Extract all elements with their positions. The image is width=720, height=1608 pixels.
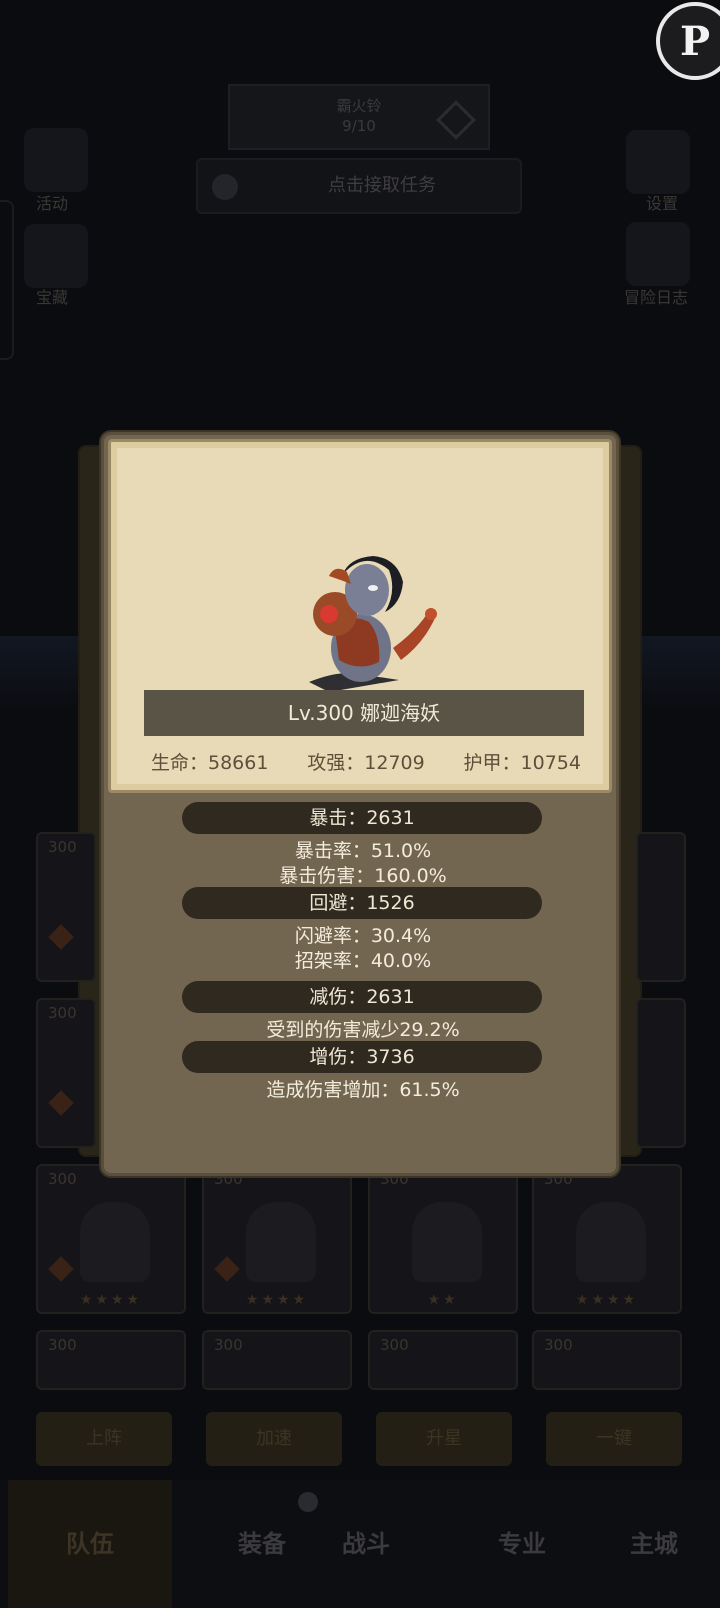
- gem-icon: [214, 1256, 240, 1282]
- settings-gear-icon[interactable]: [626, 130, 690, 194]
- deploy-button[interactable]: 上阵: [36, 1412, 172, 1466]
- crit-rate-text: 暴击率：51.0%: [294, 840, 432, 862]
- hero-portrait: [412, 1202, 482, 1282]
- corner-profile-button[interactable]: P: [656, 2, 720, 80]
- hero-card[interactable]: 300 ★★★★: [36, 1164, 186, 1314]
- hero-card[interactable]: 300: [202, 1330, 352, 1390]
- nav-battle[interactable]: 战斗: [284, 1480, 448, 1608]
- star-rating: ★★★★: [79, 1292, 143, 1308]
- crit-header: 暴击：2631: [182, 802, 542, 834]
- parry-rate-text: 招架率：40.0%: [294, 950, 432, 972]
- hero-card[interactable]: [636, 832, 686, 982]
- starup-button[interactable]: 升星: [376, 1412, 512, 1466]
- hero-portrait: [246, 1202, 316, 1282]
- activity-label: 活动: [36, 194, 69, 213]
- gem-icon: [48, 1090, 74, 1116]
- beacon-widget[interactable]: 霸火铃 9/10: [228, 84, 490, 150]
- hero-card[interactable]: 300 ★★★★: [202, 1164, 352, 1314]
- nav-team[interactable]: 队伍: [8, 1480, 172, 1608]
- speedup-button[interactable]: 加速: [206, 1412, 342, 1466]
- damage-reduction-header: 减伤：2631: [182, 981, 542, 1013]
- hero-card[interactable]: 300: [36, 1330, 186, 1390]
- hero-portrait-card: Lv.300 娜迦海妖 生命：58661 攻强：12709 护甲：10754: [108, 439, 612, 793]
- evade-rate-text: 闪避率：30.4%: [294, 925, 432, 947]
- dodge-header: 回避：1526: [182, 887, 542, 919]
- star-rating: ★★: [427, 1292, 459, 1308]
- star-rating: ★★★★: [575, 1292, 639, 1308]
- naga-siren-portrait: [309, 556, 437, 692]
- nav-main-city[interactable]: 主城: [572, 1480, 720, 1608]
- quest-icon: [212, 174, 238, 200]
- base-stats-row: 生命：58661 攻强：12709 护甲：10754: [151, 748, 581, 778]
- hero-portrait: [80, 1202, 150, 1282]
- left-drawer-tab[interactable]: [0, 200, 14, 360]
- quest-button[interactable]: 点击接取任务: [196, 158, 522, 214]
- hero-card[interactable]: [636, 998, 686, 1148]
- treasure-icon[interactable]: [24, 224, 88, 288]
- hero-card[interactable]: 300 ★★★★: [532, 1164, 682, 1314]
- hp-stat: 生命：58661: [151, 752, 269, 774]
- damage-increase-text: 造成伤害增加：61.5%: [266, 1079, 460, 1101]
- gem-icon: [48, 924, 74, 950]
- activity-icon[interactable]: [24, 128, 88, 192]
- damage-reduction-text: 受到的伤害减少29.2%: [266, 1019, 460, 1041]
- crit-damage-text: 暴击伤害：160.0%: [279, 865, 447, 887]
- hero-card[interactable]: 300: [36, 998, 96, 1148]
- star-rating: ★★★★: [245, 1292, 309, 1308]
- gem-icon: [48, 1256, 74, 1282]
- treasure-label: 宝藏: [36, 288, 69, 307]
- one-click-button[interactable]: 一键: [546, 1412, 682, 1466]
- quest-label: 点击接取任务: [328, 175, 436, 196]
- armor-stat: 护甲：10754: [463, 752, 581, 774]
- attack-stat: 攻强：12709: [307, 752, 425, 774]
- hero-portrait: [576, 1202, 646, 1282]
- adventure-log-icon[interactable]: [626, 222, 690, 286]
- hero-card[interactable]: 300: [36, 832, 96, 982]
- hero-card[interactable]: 300: [532, 1330, 682, 1390]
- hero-name-bar: Lv.300 娜迦海妖: [144, 690, 584, 736]
- adventure-log-label: 冒险日志: [624, 288, 689, 307]
- damage-increase-header: 增伤：3736: [182, 1041, 542, 1073]
- hero-card[interactable]: 300 ★★: [368, 1164, 518, 1314]
- hero-detail-popup[interactable]: Lv.300 娜迦海妖 生命：58661 攻强：12709 护甲：10754 暴…: [101, 432, 619, 1176]
- hero-card[interactable]: 300: [368, 1330, 518, 1390]
- settings-label: 设置: [646, 194, 679, 213]
